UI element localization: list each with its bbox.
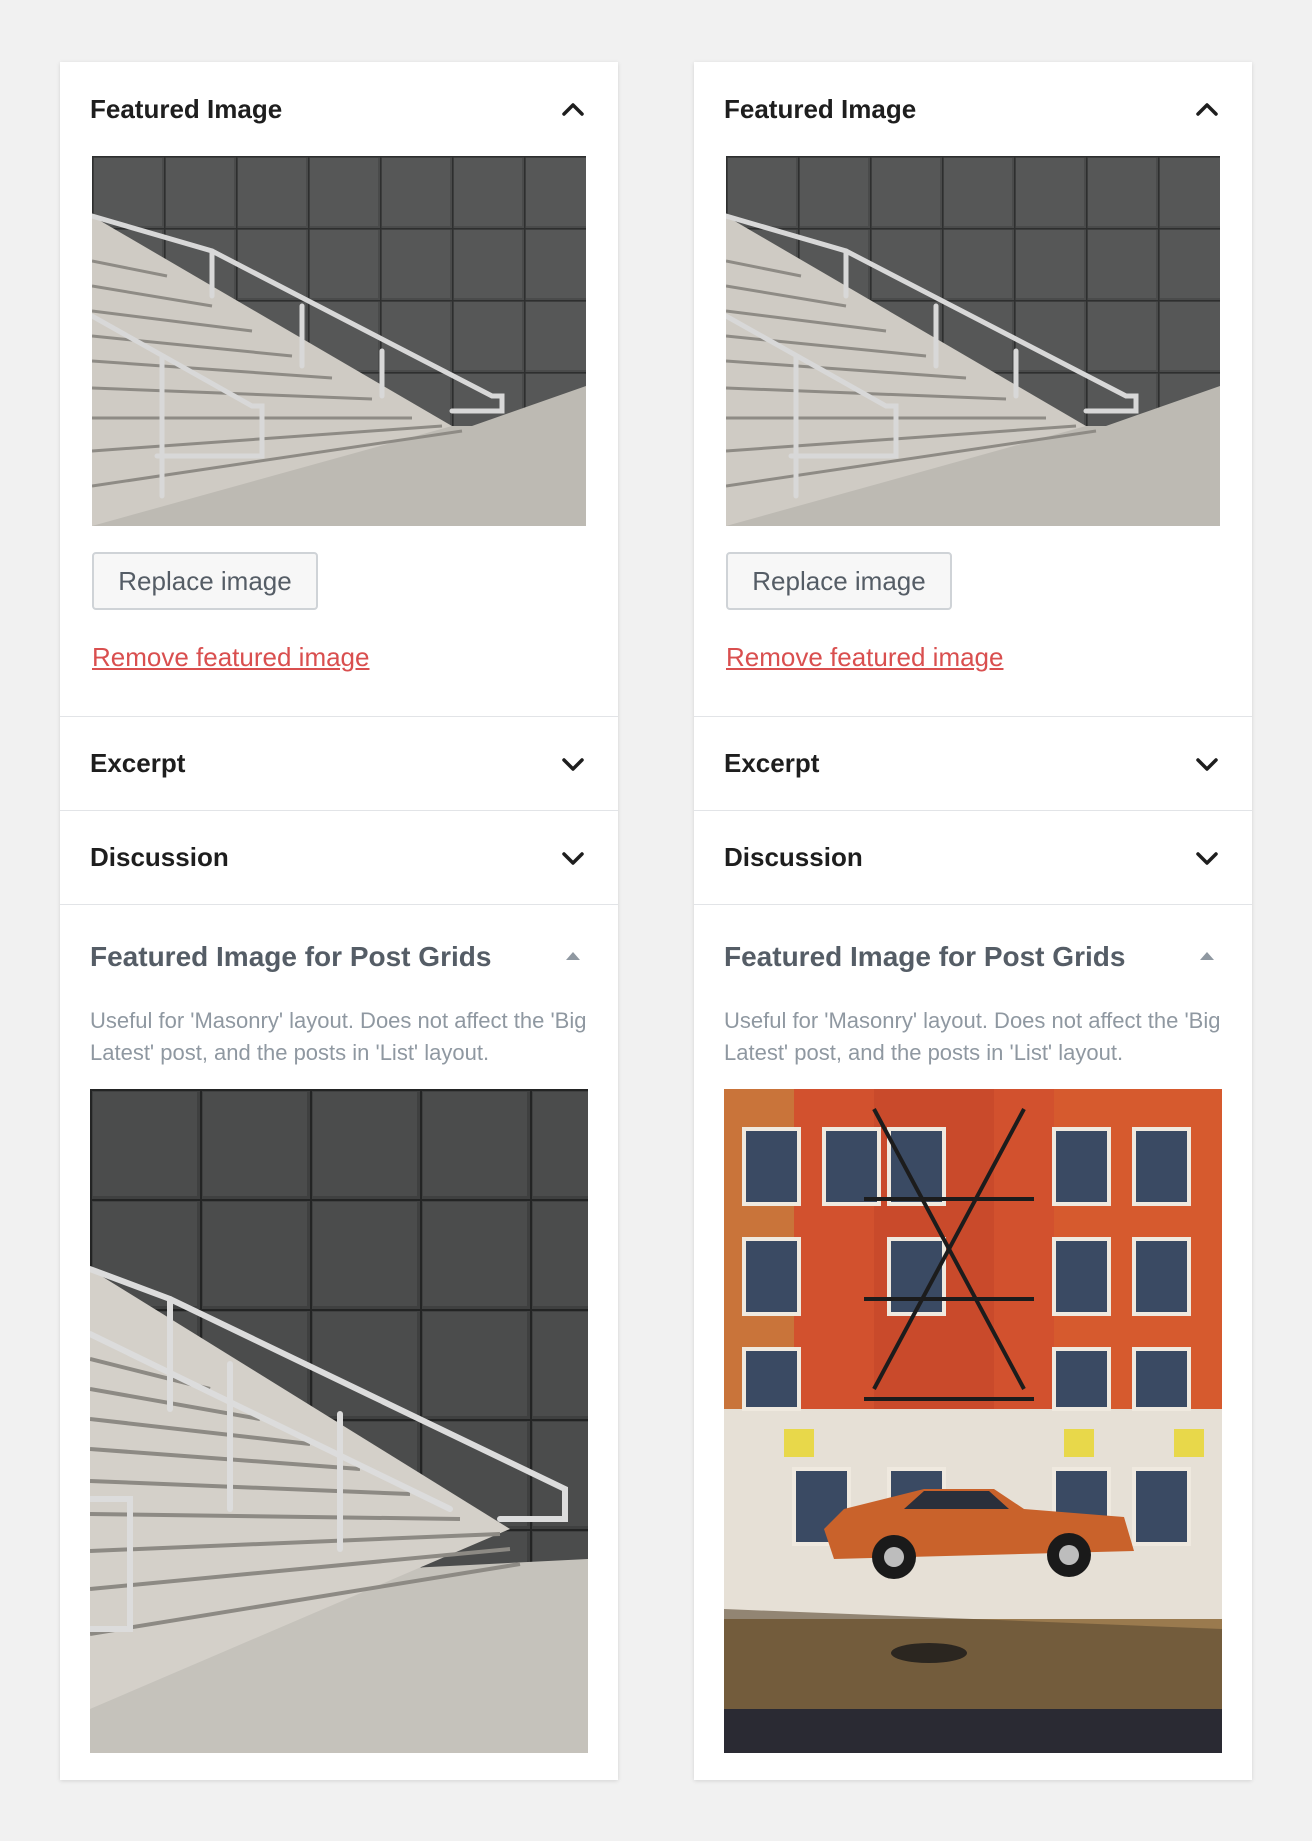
caret-up-icon[interactable] (1192, 942, 1222, 972)
featured-image-section: Featured Image Replace image Remove feat… (60, 62, 618, 717)
featured-image-preview[interactable] (92, 156, 586, 526)
excerpt-header[interactable]: Excerpt (694, 717, 1252, 810)
stairs-photo-tall (90, 1089, 588, 1753)
excerpt-section: Excerpt (694, 717, 1252, 811)
featured-image-title: Featured Image (724, 93, 917, 124)
featured-image-title: Featured Image (90, 93, 283, 124)
stairs-photo (92, 156, 586, 526)
post-grids-image-section: Featured Image for Post Grids Useful for… (694, 905, 1252, 1783)
excerpt-header[interactable]: Excerpt (60, 717, 618, 810)
featured-image-header[interactable]: Featured Image (694, 62, 1252, 156)
featured-image-section: Featured Image Replace image Remove feat… (694, 62, 1252, 717)
featured-image-preview[interactable] (726, 156, 1220, 526)
chevron-down-icon[interactable] (1192, 843, 1222, 873)
replace-image-button[interactable]: Replace image (92, 552, 318, 610)
post-grids-description: Useful for 'Masonry' layout. Does not af… (724, 1008, 1221, 1065)
chevron-down-icon[interactable] (558, 843, 588, 873)
discussion-section: Discussion (60, 811, 618, 905)
post-grids-title: Featured Image for Post Grids (724, 941, 1126, 972)
discussion-title: Discussion (90, 842, 229, 872)
discussion-header[interactable]: Discussion (694, 811, 1252, 904)
post-grids-header[interactable]: Featured Image for Post Grids (90, 937, 588, 977)
chevron-up-icon[interactable] (558, 94, 588, 124)
street-car-photo (724, 1089, 1222, 1753)
remove-featured-image-link[interactable]: Remove featured image (92, 642, 369, 673)
post-grids-image-preview[interactable] (90, 1089, 588, 1753)
discussion-section: Discussion (694, 811, 1252, 905)
discussion-header[interactable]: Discussion (60, 811, 618, 904)
post-grids-image-preview[interactable] (724, 1089, 1222, 1753)
discussion-title: Discussion (724, 842, 863, 872)
replace-image-button[interactable]: Replace image (726, 552, 952, 610)
chevron-up-icon[interactable] (1192, 94, 1222, 124)
featured-image-header[interactable]: Featured Image (60, 62, 618, 156)
stairs-photo (726, 156, 1220, 526)
sidebar-panel-right: Featured Image Replace image Remove feat… (694, 62, 1252, 1780)
featured-image-body: Replace image Remove featured image (694, 156, 1252, 716)
excerpt-title: Excerpt (724, 748, 820, 778)
post-grids-header[interactable]: Featured Image for Post Grids (724, 937, 1222, 977)
post-grids-title: Featured Image for Post Grids (90, 941, 492, 972)
caret-up-icon[interactable] (558, 942, 588, 972)
excerpt-title: Excerpt (90, 748, 186, 778)
excerpt-section: Excerpt (60, 717, 618, 811)
post-grids-description: Useful for 'Masonry' layout. Does not af… (90, 1008, 587, 1065)
featured-image-body: Replace image Remove featured image (60, 156, 618, 716)
sidebar-panel-left: Featured Image Replace image Remove feat… (60, 62, 618, 1780)
remove-featured-image-link[interactable]: Remove featured image (726, 642, 1003, 673)
post-grids-image-section: Featured Image for Post Grids Useful for… (60, 905, 618, 1783)
chevron-down-icon[interactable] (558, 749, 588, 779)
chevron-down-icon[interactable] (1192, 749, 1222, 779)
